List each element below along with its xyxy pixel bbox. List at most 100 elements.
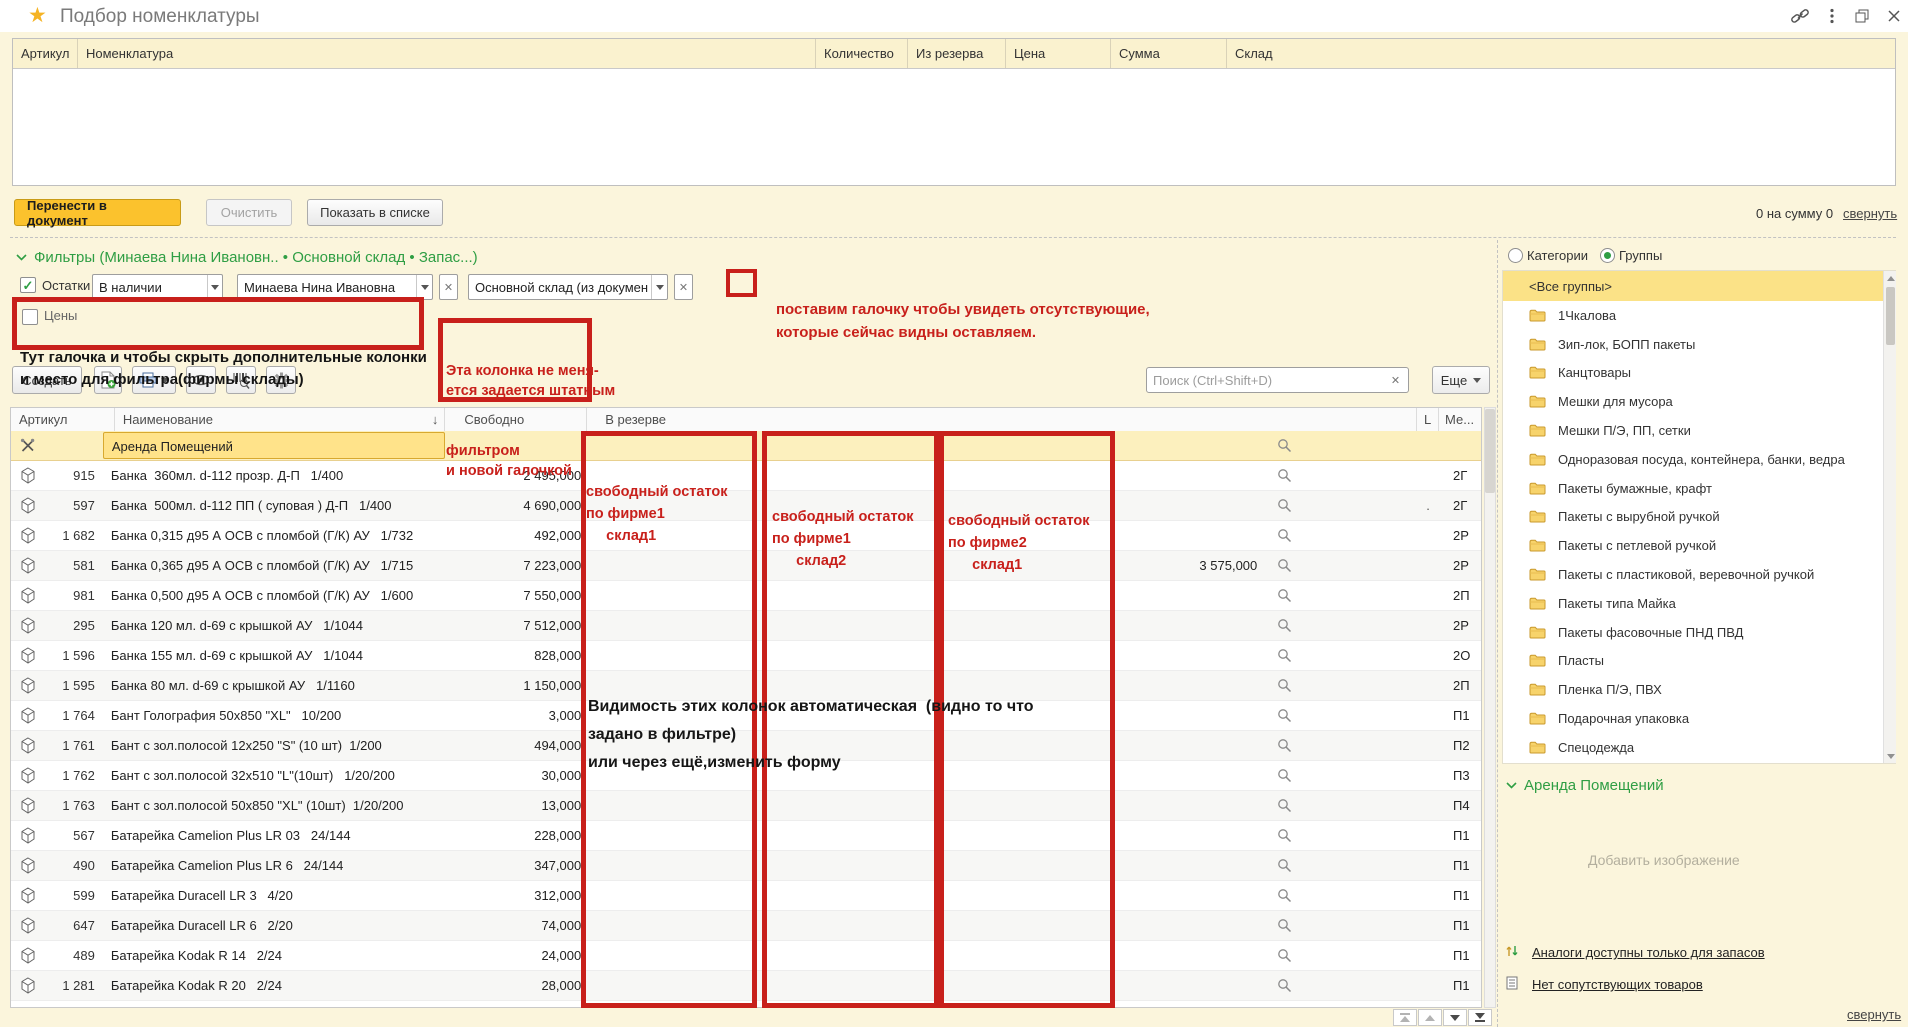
show-in-list-button[interactable]: Показать в списке	[307, 199, 443, 226]
detail-section-toggle[interactable]: Аренда Помещений	[1506, 777, 1664, 794]
table-row[interactable]: 581Банка 0,365 д95 А ОСВ с пломбой (Г/К)…	[11, 551, 1481, 581]
table-row[interactable]: 981Банка 0,500 д95 А ОСВ с пломбой (Г/К)…	[11, 581, 1481, 611]
analogs-link[interactable]: Аналоги доступны только для запасов	[1532, 945, 1765, 960]
go-first-button[interactable]	[1393, 1009, 1417, 1026]
table-row[interactable]: 915Банка 360мл. d-112 прозр. Д-П 1/4002 …	[11, 461, 1481, 491]
related-items-link[interactable]: Нет сопутствующих товаров	[1532, 977, 1703, 992]
filters-section-toggle[interactable]: Фильтры (Минаева Нина Ивановн.. • Основн…	[16, 249, 478, 266]
restore-window-icon[interactable]	[1850, 6, 1874, 26]
all-groups-item[interactable]: <Все группы>	[1503, 271, 1895, 301]
transfer-to-document-button[interactable]: Перенести в документ	[14, 199, 181, 226]
search-clear-button[interactable]: ✕	[1383, 367, 1409, 393]
groups-radio[interactable]	[1600, 248, 1615, 263]
groups-scrollbar[interactable]	[1883, 271, 1896, 763]
group-item[interactable]: Мешки П/Э, ПП, сетки	[1503, 416, 1895, 445]
group-item[interactable]: Канцтовары	[1503, 359, 1895, 388]
warehouse-filter-combo[interactable]	[468, 274, 668, 300]
availability-select[interactable]	[92, 274, 223, 300]
get-link-icon[interactable]	[1788, 6, 1812, 26]
grid-scrollbar[interactable]	[1484, 407, 1496, 1008]
scroll-down-button[interactable]	[1884, 749, 1897, 763]
table-row[interactable]: 1 596Банка 155 мл. d-69 с крышкой АУ 1/1…	[11, 641, 1481, 671]
magnifier-icon[interactable]	[1269, 851, 1417, 880]
pick-column-header-2[interactable]: Номенклатура	[78, 39, 816, 68]
group-item[interactable]: Зип-лок, БОПП пакеты	[1503, 330, 1895, 359]
group-item[interactable]: Пакеты с петлевой ручкой	[1503, 531, 1895, 560]
column-header-reserve[interactable]: В резерве	[587, 408, 1161, 431]
group-item[interactable]: Пакеты с пластиковой, веревочной ручкой	[1503, 560, 1895, 589]
magnifier-icon[interactable]	[1269, 611, 1417, 640]
go-last-button[interactable]	[1468, 1009, 1492, 1026]
magnifier-icon[interactable]	[1269, 1001, 1417, 1007]
group-item[interactable]: Пакеты типа Майка	[1503, 589, 1895, 618]
table-row[interactable]: 489Батарейка Kodak R 14 2/2424,000П1	[11, 941, 1481, 971]
magnifier-icon[interactable]	[1269, 761, 1417, 790]
magnifier-icon[interactable]	[1269, 911, 1417, 940]
person-dropdown-button[interactable]	[416, 275, 432, 299]
categories-radio[interactable]	[1508, 248, 1523, 263]
collapse-bottom-link[interactable]: свернуть	[1847, 1007, 1901, 1022]
warehouse-filter-clear-button[interactable]: ✕	[674, 274, 693, 300]
page-down-button[interactable]	[1443, 1009, 1467, 1026]
group-item[interactable]: Пленка П/Э, ПВХ	[1503, 675, 1895, 704]
more-actions-button[interactable]: Еще	[1432, 366, 1490, 394]
pick-column-header-4[interactable]: Из резерва	[908, 39, 1006, 68]
magnifier-icon[interactable]	[1269, 941, 1417, 970]
clear-button[interactable]: Очистить	[206, 199, 292, 226]
table-row[interactable]: 1 595Банка 80 мл. d-69 с крышкой АУ 1/11…	[11, 671, 1481, 701]
group-item[interactable]: Пласты	[1503, 647, 1895, 676]
close-window-icon[interactable]	[1882, 6, 1906, 26]
table-row[interactable]: 647Батарейка Duracell LR 6 2/2074,000П1	[11, 911, 1481, 941]
magnifier-icon[interactable]	[1269, 461, 1417, 490]
magnifier-icon[interactable]	[1269, 641, 1417, 670]
more-menu-icon[interactable]	[1820, 6, 1844, 26]
group-item[interactable]: Спецодежда	[1503, 733, 1895, 762]
person-filter-clear-button[interactable]: ✕	[439, 274, 458, 300]
column-header-me[interactable]: Ме...	[1439, 408, 1481, 431]
groups-scrollbar-thumb[interactable]	[1886, 287, 1895, 345]
table-row[interactable]: 41Батарейка Kodak R 3 4/40/200480,000П1	[11, 1001, 1481, 1007]
magnifier-icon[interactable]	[1269, 491, 1417, 520]
pick-column-header-3[interactable]: Количество	[816, 39, 908, 68]
group-item[interactable]: Одноразовая посуда, контейнера, банки, в…	[1503, 445, 1895, 474]
grid-scrollbar-thumb[interactable]	[1485, 409, 1495, 493]
table-row[interactable]: 1 764Бант Голография 50x850 "XL" 10/2003…	[11, 701, 1481, 731]
pick-column-header-5[interactable]: Цена	[1006, 39, 1111, 68]
table-row[interactable]: 567Батарейка Camelion Plus LR 03 24/1442…	[11, 821, 1481, 851]
pick-column-header-1[interactable]: Артикул	[13, 39, 78, 68]
favorite-star-icon[interactable]: ★	[28, 3, 47, 28]
add-image-placeholder[interactable]: Добавить изображение	[1588, 852, 1740, 868]
magnifier-icon[interactable]	[1269, 431, 1417, 460]
pick-column-header-6[interactable]: Сумма	[1111, 39, 1227, 68]
pick-column-header-7[interactable]: Склад	[1227, 39, 1895, 68]
table-row[interactable]: 1 281Батарейка Kodak R 20 2/2428,000П1	[11, 971, 1481, 1001]
group-item[interactable]: Пакеты бумажные, крафт	[1503, 474, 1895, 503]
warehouse-dropdown-button[interactable]	[651, 275, 667, 299]
magnifier-icon[interactable]	[1269, 671, 1417, 700]
availability-dropdown-button[interactable]	[207, 275, 222, 299]
page-up-button[interactable]	[1418, 1009, 1442, 1026]
table-row[interactable]: Аренда Помещений	[11, 431, 1481, 461]
table-row[interactable]: 597Банка 500мл. d-112 ПП ( суповая ) Д-П…	[11, 491, 1481, 521]
search-field[interactable]	[1153, 373, 1377, 388]
scroll-up-button[interactable]	[1884, 271, 1897, 285]
magnifier-icon[interactable]	[1269, 971, 1417, 1000]
table-row[interactable]: 1 762Бант с зол.полосой 32x510 "L"(10шт)…	[11, 761, 1481, 791]
group-item[interactable]: 1Чкалова	[1503, 301, 1895, 330]
column-header-l[interactable]: L	[1417, 408, 1439, 431]
magnifier-icon[interactable]	[1269, 821, 1417, 850]
search-input[interactable]	[1146, 367, 1384, 393]
magnifier-icon[interactable]	[1269, 701, 1417, 730]
magnifier-icon[interactable]	[1269, 551, 1417, 580]
magnifier-icon[interactable]	[1269, 791, 1417, 820]
magnifier-icon[interactable]	[1269, 731, 1417, 760]
magnifier-icon[interactable]	[1269, 521, 1417, 550]
table-row[interactable]: 599Батарейка Duracell LR 3 4/20312,000П1	[11, 881, 1481, 911]
group-item[interactable]: Пакеты фасовочные ПНД ПВД	[1503, 618, 1895, 647]
magnifier-icon[interactable]	[1269, 881, 1417, 910]
table-row[interactable]: 490Батарейка Camelion Plus LR 6 24/14434…	[11, 851, 1481, 881]
leftovers-checkbox[interactable]: ✓	[20, 277, 36, 293]
table-row[interactable]: 1 763Бант с зол.полосой 50x850 "XL" (10ш…	[11, 791, 1481, 821]
group-item[interactable]: Пакеты с вырубной ручкой	[1503, 503, 1895, 532]
sort-descending-icon[interactable]: ↓	[432, 412, 439, 431]
